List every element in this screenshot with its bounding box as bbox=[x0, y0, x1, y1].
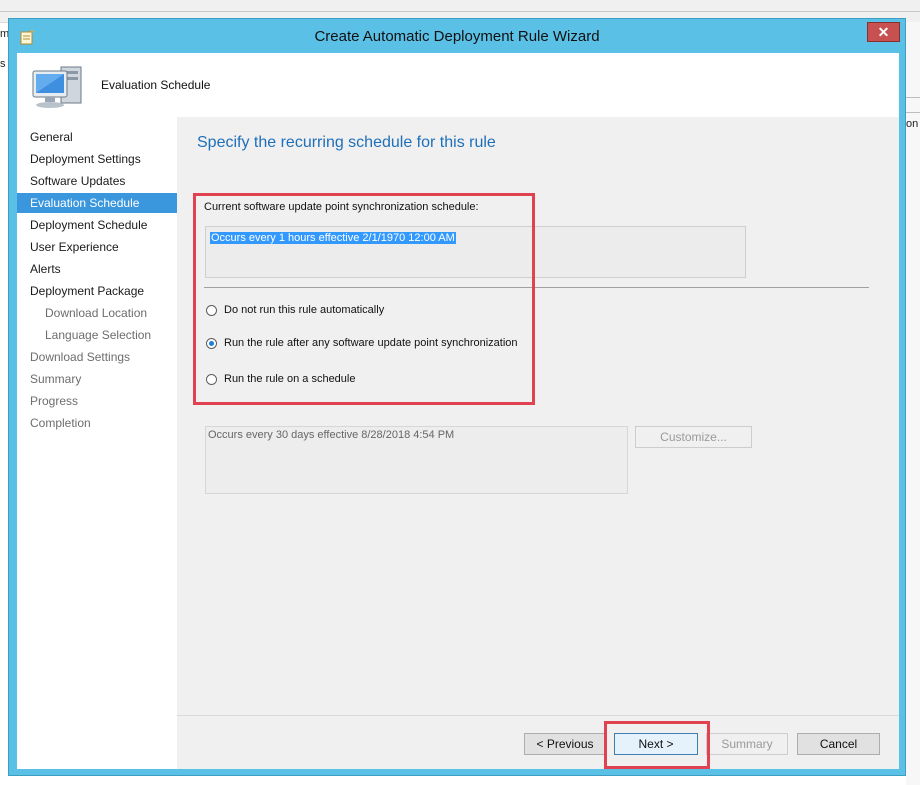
header-title: Evaluation Schedule bbox=[101, 78, 211, 92]
wizard-nav: General Deployment Settings Software Upd… bbox=[17, 117, 177, 769]
close-icon: ✕ bbox=[877, 24, 890, 40]
computer-icon bbox=[32, 66, 82, 108]
background-text-fragment: s bbox=[0, 58, 6, 70]
nav-item-language-selection: Language Selection bbox=[45, 328, 152, 342]
nav-item-summary: Summary bbox=[30, 372, 82, 386]
nav-item-progress: Progress bbox=[30, 394, 79, 408]
nav-item-completion: Completion bbox=[30, 416, 91, 430]
background-divider bbox=[0, 11, 920, 12]
close-button[interactable]: ✕ bbox=[867, 22, 900, 42]
nav-item-deployment-schedule[interactable]: Deployment Schedule bbox=[17, 215, 177, 235]
wizard-window: Create Automatic Deployment Rule Wizard … bbox=[8, 18, 906, 776]
nav-item-deployment-package[interactable]: Deployment Package bbox=[17, 281, 177, 301]
nav-item-alerts[interactable]: Alerts bbox=[17, 259, 177, 279]
previous-button[interactable]: < Previous bbox=[524, 733, 606, 755]
background-divider bbox=[906, 97, 920, 98]
wizard-content: Specify the recurring schedule for this … bbox=[177, 117, 899, 715]
customize-button[interactable]: Customize... bbox=[635, 426, 752, 448]
nav-item-general[interactable]: General bbox=[17, 127, 177, 147]
background-text-fragment: on bbox=[906, 118, 919, 130]
title-bar[interactable]: Create Automatic Deployment Rule Wizard … bbox=[9, 19, 905, 53]
background-divider bbox=[906, 112, 920, 113]
custom-schedule-text: Occurs every 30 days effective 8/28/2018… bbox=[208, 429, 455, 441]
nav-item-software-updates[interactable]: Software Updates bbox=[17, 171, 177, 191]
wizard-header: Evaluation Schedule bbox=[17, 53, 899, 117]
next-highlight-box bbox=[604, 721, 710, 769]
background-right-strip bbox=[906, 22, 920, 785]
nav-item-user-experience[interactable]: User Experience bbox=[17, 237, 177, 257]
highlight-box bbox=[193, 193, 535, 405]
page-title: Specify the recurring schedule for this … bbox=[197, 134, 496, 151]
window-title: Create Automatic Deployment Rule Wizard bbox=[314, 28, 600, 45]
summary-button[interactable]: Summary bbox=[706, 733, 788, 755]
nav-item-download-location: Download Location bbox=[45, 306, 148, 320]
cancel-button[interactable]: Cancel bbox=[797, 733, 880, 755]
nav-item-evaluation-schedule[interactable]: Evaluation Schedule bbox=[17, 193, 177, 213]
custom-schedule-box: Occurs every 30 days effective 8/28/2018… bbox=[205, 426, 628, 494]
wizard-footer: < Previous Next > Summary Cancel bbox=[177, 715, 899, 769]
nav-item-deployment-settings[interactable]: Deployment Settings bbox=[17, 149, 177, 169]
nav-item-download-settings: Download Settings bbox=[30, 350, 131, 364]
